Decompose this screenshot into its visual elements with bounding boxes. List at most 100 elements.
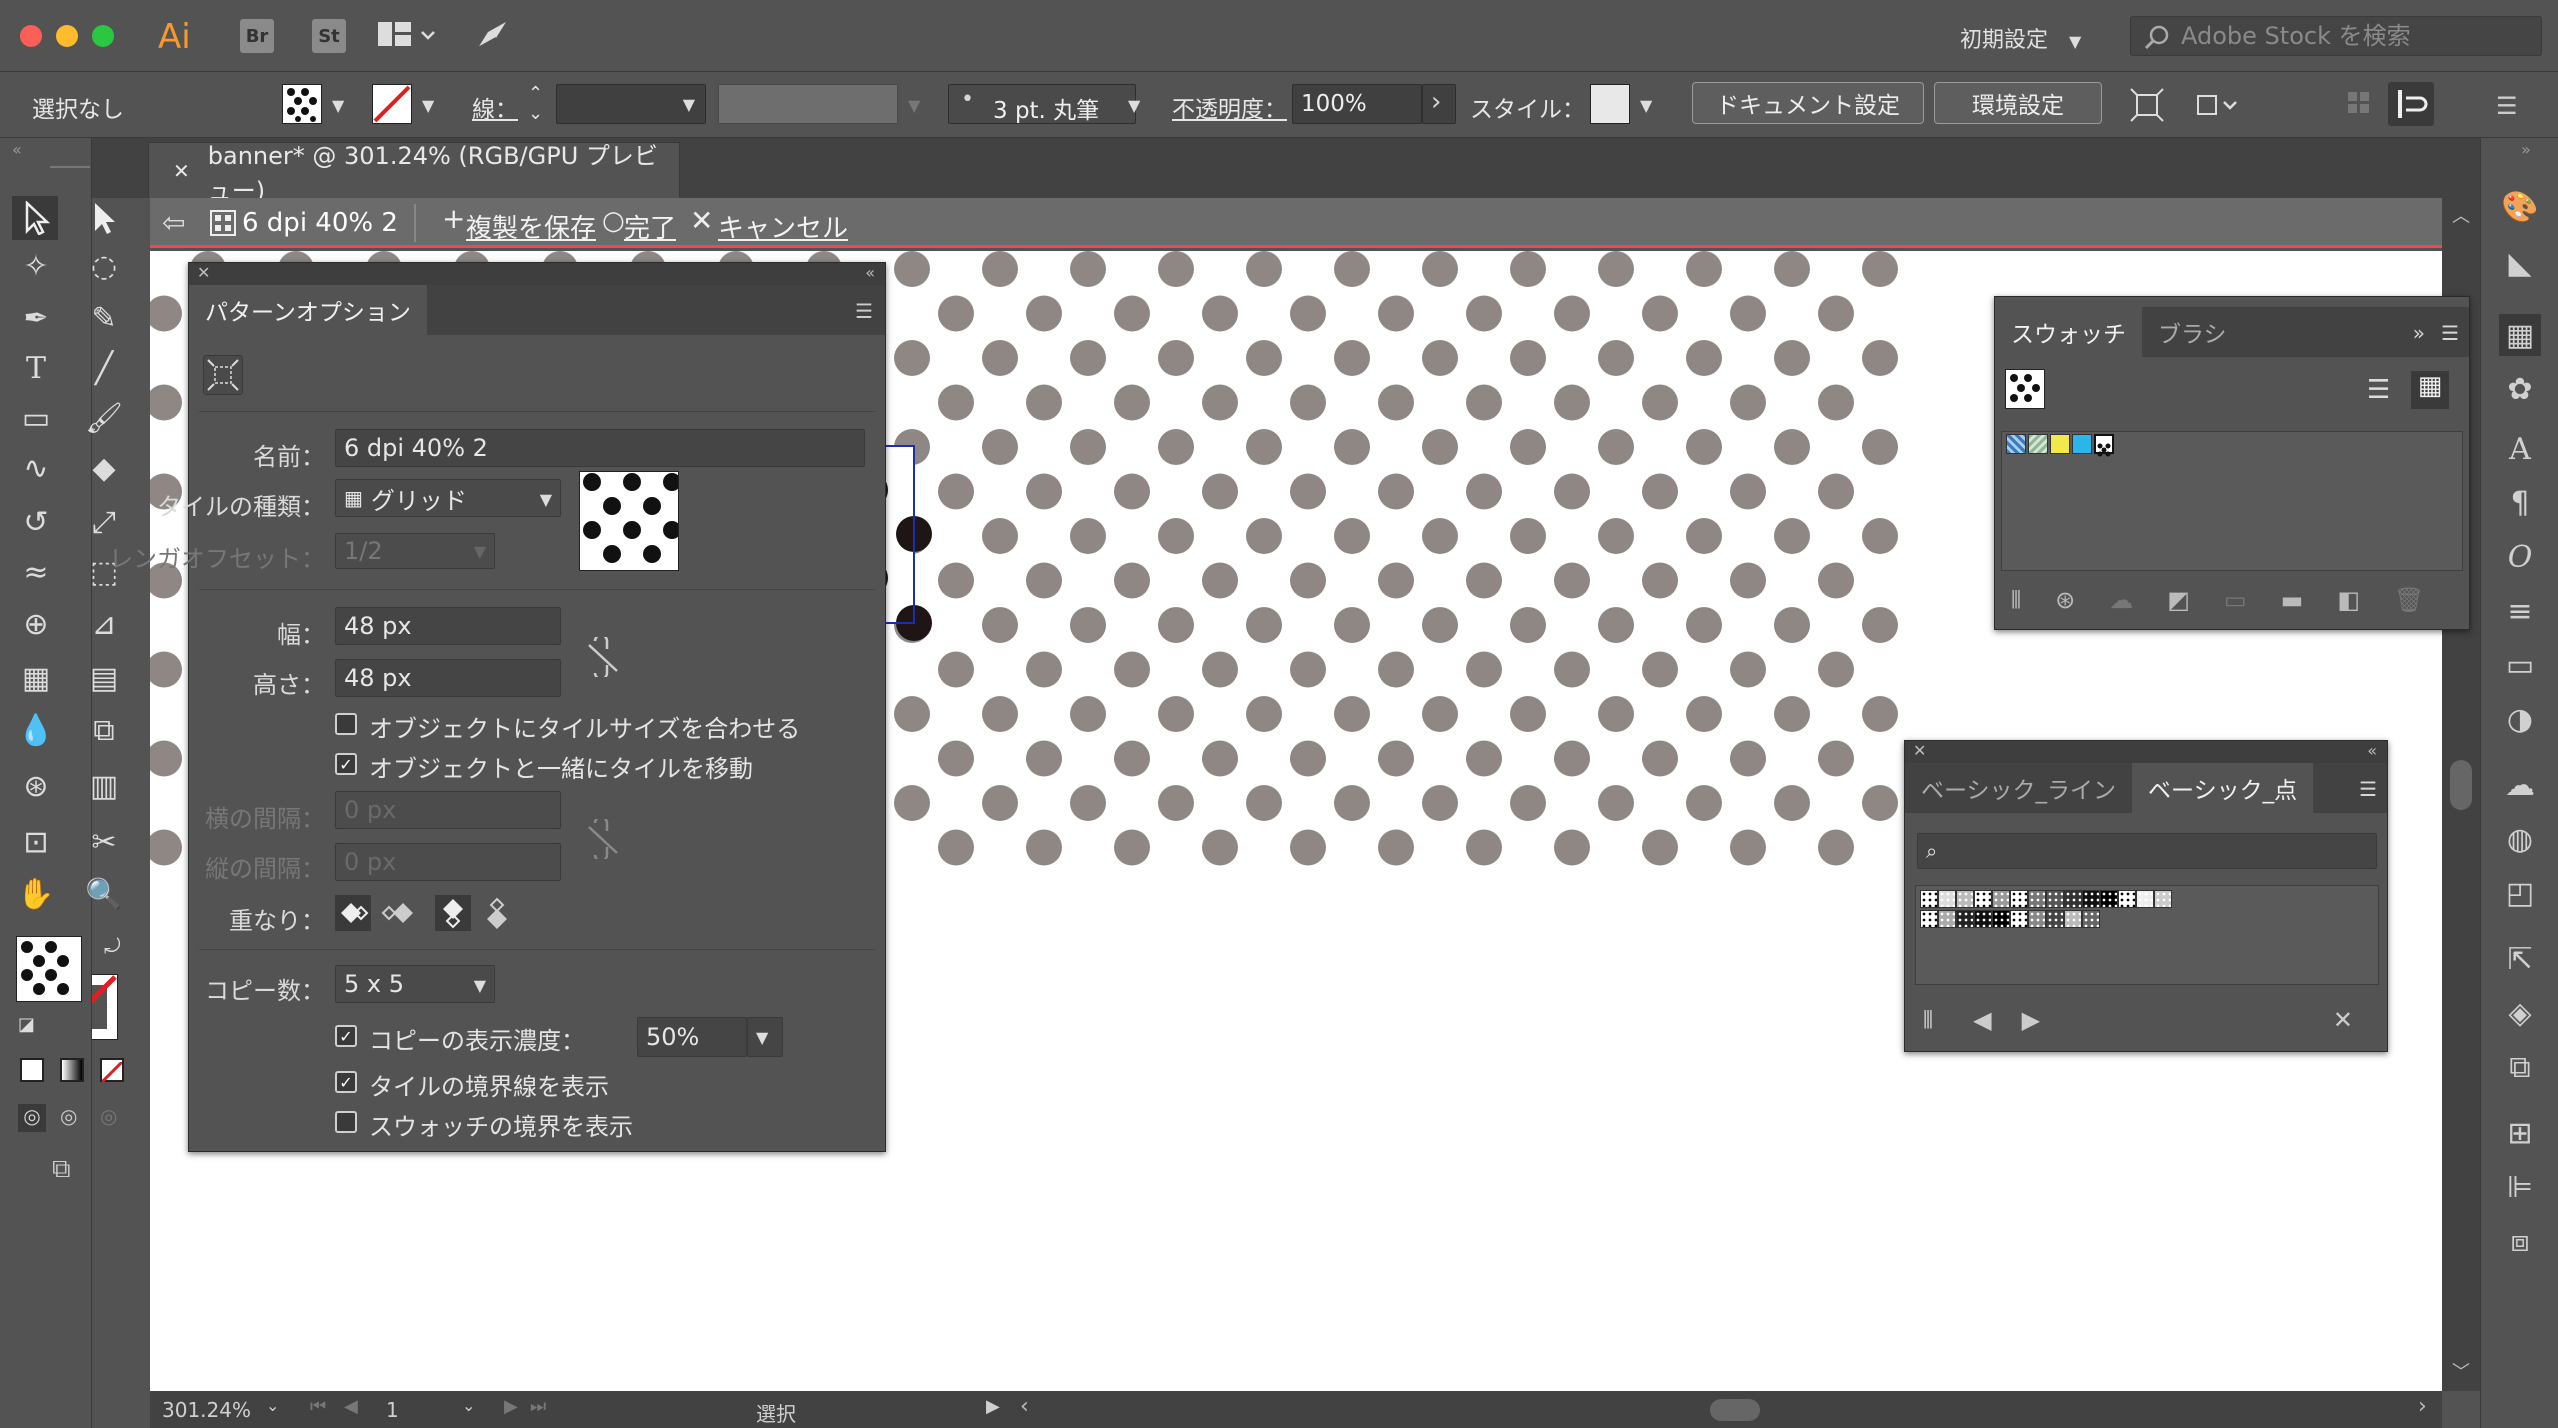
height-field[interactable]: 48 px [335, 659, 561, 697]
tab-basic-line[interactable]: ベーシック_ライン [1905, 763, 2132, 813]
stroke-weight-stepper-icon[interactable]: ⌃ ⌄ [528, 84, 543, 124]
horizontal-scrollbar[interactable]: ‹ › [1010, 1391, 2442, 1428]
stock-search-input[interactable]: Adobe Stock を検索 [2130, 16, 2542, 56]
status-menu-icon[interactable]: ▶ [986, 1396, 1000, 1417]
brushes-icon[interactable]: ✿ [2499, 368, 2541, 410]
zoom-tool-icon[interactable]: 🔍 [84, 874, 124, 914]
style-chevron-icon[interactable]: ▼ [1640, 96, 1652, 115]
perspective-grid-tool-icon[interactable]: ⊿ [84, 604, 124, 644]
paintbrush-tool-icon[interactable]: 🖌 [84, 398, 124, 438]
swatch-libraries-icon[interactable]: ⫴ [1923, 1006, 1933, 1034]
pattern-name-field[interactable]: 6 dpi 40% 2 [335, 429, 865, 467]
scroll-left-icon[interactable]: ‹ [1020, 1394, 1029, 1419]
width-field[interactable]: 48 px [335, 607, 561, 645]
align-options-icon[interactable] [2388, 82, 2434, 126]
overlap-bottom-front-icon[interactable] [479, 895, 515, 931]
slice-tool-icon[interactable]: ✂ [84, 822, 124, 862]
panel-menu-icon[interactable]: ☰ [2359, 777, 2377, 801]
draw-behind-icon[interactable]: ◎ [60, 1104, 77, 1128]
default-colors-icon[interactable]: ◪ [18, 1014, 35, 1035]
expand-panel-icon[interactable]: » [2413, 321, 2425, 345]
prev-artboard-icon[interactable]: ◀ [344, 1396, 358, 1417]
show-swatch-bounds-label[interactable]: スウォッチの境界を表示 [369, 1107, 633, 1142]
next-artboard-icon[interactable]: ▶ [504, 1396, 518, 1417]
stroke-dropdown-chevron-icon[interactable]: ▼ [422, 96, 434, 115]
new-color-group-icon[interactable]: ▬ [2281, 586, 2304, 614]
export-icon[interactable]: ⇱ [2499, 938, 2541, 980]
stroke-label[interactable]: 線： [472, 90, 518, 124]
pattern-swatch-item[interactable] [2046, 890, 2064, 908]
dim-copies-field[interactable]: 50% [637, 1017, 747, 1057]
tab-swatches[interactable]: スウォッチ [1995, 307, 2142, 357]
swatch-options-icon[interactable]: ◩ [2167, 586, 2190, 614]
tile-tool-icon[interactable] [203, 355, 243, 395]
eyedropper-tool-icon[interactable]: 💧 [16, 710, 56, 750]
layers-icon[interactable]: ◈ [2499, 992, 2541, 1034]
color-palette-icon[interactable]: 🎨 [2499, 186, 2541, 228]
convert-to-swatch-icon[interactable]: ✕ [2333, 1006, 2353, 1034]
stroke-weight-field[interactable]: ▼ [556, 84, 706, 124]
add-to-library-icon[interactable]: ⊛ [2055, 586, 2075, 614]
pattern-swatch-item[interactable] [1974, 910, 1992, 928]
preferences-button[interactable]: 環境設定 [1934, 82, 2102, 124]
dim-copies-dropdown[interactable]: ▼ [747, 1017, 783, 1057]
scroll-down-icon[interactable]: ﹀ [2452, 1358, 2470, 1384]
stock-button[interactable]: St [312, 19, 346, 53]
artboards-icon[interactable]: ⧉ [2499, 1046, 2541, 1088]
curvature-tool-icon[interactable]: ✎ [84, 298, 124, 338]
gradient-tool-icon[interactable]: ▤ [84, 658, 124, 698]
bridge-button[interactable]: Br [240, 19, 274, 53]
pattern-swatch-item[interactable] [2028, 910, 2046, 928]
show-tile-edge-label[interactable]: タイルの境界線を表示 [369, 1067, 609, 1102]
control-menu-icon[interactable]: ☰ [2496, 92, 2518, 120]
pattern-swatch-item[interactable] [2064, 890, 2082, 908]
appearance-icon[interactable]: ◍ [2499, 818, 2541, 860]
fill-swatch[interactable] [282, 84, 322, 124]
overlap-top-front-icon[interactable] [435, 895, 471, 931]
blend-tool-icon[interactable]: ⧉ [84, 710, 124, 750]
arrange-documents-icon[interactable] [378, 20, 438, 56]
opacity-label[interactable]: 不透明度： [1172, 90, 1287, 124]
shape-builder-tool-icon[interactable]: ⊕ [16, 604, 56, 644]
stroke-icon[interactable]: ≡ [2499, 590, 2541, 632]
document-tab[interactable]: ✕ banner* @ 301.24% (RGB/GPU プレビュー) [148, 142, 680, 205]
panel-menu-icon[interactable]: ☰ [855, 299, 873, 323]
pattern-swatch-item[interactable] [1992, 890, 2010, 908]
move-tile-checkbox[interactable]: ✓ [335, 753, 357, 775]
copies-select[interactable]: 5 x 5 ▼ [335, 965, 495, 1003]
pattern-swatch-item[interactable] [2154, 890, 2172, 908]
opacity-expand-button[interactable]: › [1422, 84, 1456, 124]
scale-tool-icon[interactable]: ⤢ [84, 502, 124, 542]
move-tile-label[interactable]: オブジェクトと一緒にタイルを移動 [369, 749, 753, 784]
current-fill-swatch[interactable] [2005, 369, 2045, 409]
color-guide-icon[interactable]: ◣ [2499, 242, 2541, 284]
scroll-up-icon[interactable]: ︿ [2452, 202, 2470, 228]
profile-chevron-icon[interactable]: ▼ [908, 96, 920, 115]
pattern-swatch-item[interactable] [1920, 910, 1938, 928]
pattern-swatch-item[interactable] [1956, 910, 1974, 928]
gradient-mode-icon[interactable] [60, 1058, 84, 1082]
artboard-chevron-icon[interactable]: ⌄ [462, 1396, 475, 1415]
save-copy-button[interactable]: 複製を保存 [466, 208, 596, 245]
pattern-swatch-item[interactable] [1974, 890, 1992, 908]
last-artboard-icon[interactable]: ⏭ [530, 1396, 546, 1417]
draw-normal-icon[interactable]: ◎ [18, 1104, 46, 1132]
library-search-input[interactable]: ⌕ [1917, 833, 2377, 869]
pattern-swatch-item[interactable] [2064, 910, 2082, 928]
back-arrow-icon[interactable]: ⇦ [162, 206, 185, 239]
panel-grid-icon[interactable] [2348, 90, 2372, 124]
pattern-swatch-item[interactable] [2136, 890, 2154, 908]
dim-copies-checkbox[interactable]: ✓ [335, 1025, 357, 1047]
swatch-item[interactable] [2006, 434, 2026, 454]
cancel-button[interactable]: キャンセル [718, 208, 848, 245]
pattern-swatch-item[interactable] [2118, 890, 2136, 908]
stroke-swatch[interactable] [372, 84, 412, 124]
pattern-swatch-item[interactable] [1956, 890, 1974, 908]
color-mode-icon[interactable] [20, 1058, 44, 1082]
character-icon[interactable]: A [2499, 428, 2541, 470]
direct-selection-tool-icon[interactable] [84, 198, 124, 238]
swatch-item-selected[interactable] [2094, 434, 2114, 457]
magic-wand-tool-icon[interactable]: ✧ [16, 246, 56, 286]
swatch-libraries-icon[interactable]: ⫴ [2011, 586, 2021, 614]
puppet-warp-icon[interactable] [2194, 88, 2250, 128]
